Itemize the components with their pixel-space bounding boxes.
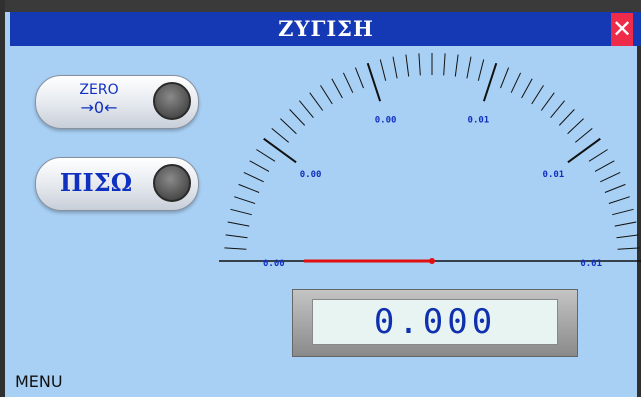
gauge-major-tick (366, 62, 382, 102)
gauge-minor-tick (309, 92, 324, 111)
gauge-minor-tick (617, 247, 640, 250)
gauge-minor-tick (243, 171, 264, 183)
gauge-minor-tick (600, 171, 621, 183)
gauge-minor-tick (500, 67, 510, 89)
gauge-minor-tick (234, 196, 256, 204)
gauge-minor-tick (594, 160, 615, 172)
gauge-major-tick (263, 137, 297, 164)
gauge-tick-label: 0.01 (468, 115, 490, 125)
gauge-minor-tick (612, 208, 634, 216)
gauge-needle-hub (429, 258, 435, 264)
gauge-minor-tick (405, 54, 410, 77)
gauge-minor-tick (249, 160, 270, 172)
gauge-minor-tick (608, 196, 630, 204)
gauge-major-tick (567, 137, 601, 164)
gauge-minor-tick (331, 78, 343, 99)
menu-label[interactable]: MENU (15, 372, 63, 391)
gauge-minor-tick (227, 221, 250, 227)
gauge-minor-tick (588, 149, 608, 162)
gauge-minor-tick (510, 72, 522, 93)
gauge-minor-tick (604, 183, 626, 193)
gauge-minor-tick (521, 78, 533, 99)
weight-display: 0.000 (292, 289, 578, 357)
gauge-minor-tick (550, 100, 565, 119)
gauge-minor-tick (225, 234, 248, 239)
gauge-minor-tick (289, 109, 306, 126)
weight-value: 0.000 (312, 299, 558, 345)
gauge-minor-tick (230, 208, 252, 216)
gauge-minor-tick (392, 56, 398, 79)
gauge-minor-tick (224, 247, 247, 250)
gauge-minor-tick (280, 118, 297, 135)
gauge-minor-tick (256, 149, 276, 162)
gauge-minor-tick (574, 128, 593, 143)
gauge-minor-tick (320, 85, 333, 105)
gauge-minor-tick (379, 59, 387, 81)
gauge-tick-label: 0.00 (375, 115, 397, 125)
gauge-tick-label: 0.01 (543, 170, 565, 180)
gauge-minor-tick (354, 67, 364, 89)
gauge-minor-tick (614, 221, 637, 227)
gauge-minor-tick (616, 234, 639, 239)
gauge-minor-tick (454, 54, 459, 77)
gauge-minor-tick (540, 92, 555, 111)
gauge-tick-label: 0.00 (300, 170, 322, 180)
gauge-minor-tick (477, 59, 485, 81)
gauge-minor-tick (342, 72, 354, 93)
gauge-minor-tick (271, 128, 290, 143)
gauge-scale (224, 53, 640, 262)
gauge-minor-tick (567, 118, 584, 135)
hmi-screen: ΖΥΓΙΣΗ ✕ ZERO →0← ΠΙΣΩ 0.00 0.00 0.00 0.01 0… (0, 0, 641, 397)
gauge-minor-tick (299, 100, 314, 119)
gauge-tick-label: 0.00 (263, 259, 285, 269)
gauge-major-tick (482, 62, 498, 102)
gauge-minor-tick (531, 85, 544, 105)
gauge-labels: 0.00 0.00 0.00 0.01 0.01 0.01 (263, 115, 602, 269)
gauge-minor-tick (418, 53, 421, 76)
gauge-tick-label: 0.01 (580, 259, 602, 269)
gauge-minor-tick (238, 183, 260, 193)
gauge-minor-tick (443, 53, 446, 76)
gauge-minor-tick (558, 109, 575, 126)
gauge-minor-tick (466, 56, 472, 79)
